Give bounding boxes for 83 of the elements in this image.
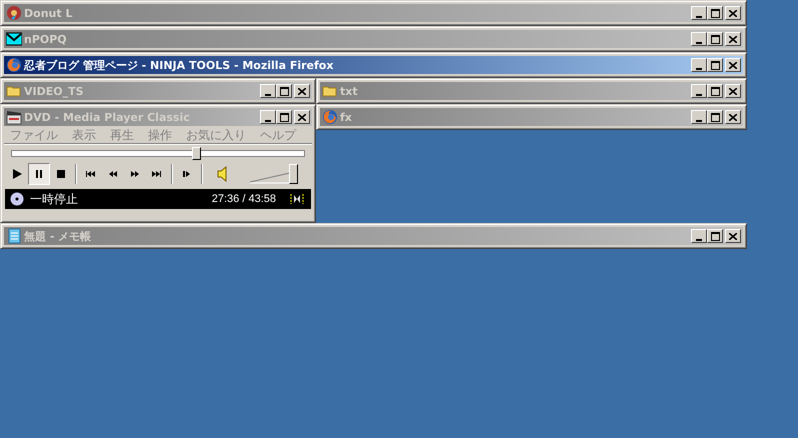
window-title: 無題 - メモ帳 bbox=[24, 230, 92, 242]
close-icon bbox=[298, 88, 306, 94]
window-title: Donut L bbox=[24, 8, 74, 18]
maximize-button[interactable] bbox=[707, 32, 723, 46]
close-icon bbox=[729, 88, 737, 94]
maximize-button[interactable] bbox=[707, 58, 723, 72]
close-icon bbox=[729, 62, 737, 68]
minimize-icon bbox=[696, 120, 702, 122]
seek-thumb[interactable] bbox=[192, 147, 201, 160]
maximize-icon bbox=[280, 112, 288, 122]
maximize-button[interactable] bbox=[276, 110, 292, 124]
globe-icon bbox=[322, 109, 338, 125]
maximize-icon bbox=[710, 34, 720, 44]
minimize-button[interactable] bbox=[691, 84, 707, 98]
menu-item[interactable]: ヘルプ bbox=[260, 126, 296, 144]
skip-back-icon bbox=[85, 169, 97, 179]
window-title: txt bbox=[340, 86, 359, 96]
minimize-button[interactable] bbox=[260, 110, 276, 124]
pause-icon bbox=[33, 169, 45, 179]
close-button[interactable] bbox=[725, 32, 741, 46]
close-icon bbox=[729, 36, 737, 42]
close-icon bbox=[729, 114, 737, 120]
close-button[interactable] bbox=[294, 110, 310, 124]
close-button[interactable] bbox=[725, 229, 741, 243]
close-button[interactable] bbox=[294, 84, 310, 98]
stop-icon bbox=[55, 169, 67, 179]
maximize-icon bbox=[280, 86, 288, 96]
minimize-icon bbox=[265, 120, 271, 122]
close-button[interactable] bbox=[725, 110, 741, 124]
minimize-button[interactable] bbox=[260, 84, 276, 98]
menu-item[interactable]: 操作 bbox=[148, 126, 172, 144]
close-button[interactable] bbox=[725, 6, 741, 20]
skip-forward-icon bbox=[151, 169, 163, 179]
maximize-button[interactable] bbox=[707, 110, 723, 124]
menu-item[interactable]: 表示 bbox=[72, 126, 96, 144]
menu-item[interactable]: ファイル bbox=[10, 126, 58, 144]
minimize-icon bbox=[696, 94, 702, 96]
clapperboard-icon bbox=[6, 109, 22, 125]
maximize-icon bbox=[710, 8, 720, 18]
volume-thumb[interactable] bbox=[289, 164, 298, 184]
envelope-icon bbox=[6, 31, 22, 47]
seek-bar[interactable] bbox=[11, 150, 305, 157]
pause-button[interactable] bbox=[28, 163, 50, 185]
close-icon bbox=[298, 114, 306, 120]
maximize-icon bbox=[710, 60, 720, 70]
close-icon bbox=[729, 232, 737, 240]
minimize-button[interactable] bbox=[691, 229, 707, 243]
maximize-icon bbox=[710, 232, 720, 240]
play-icon bbox=[11, 169, 23, 179]
menu-item[interactable]: 再生 bbox=[110, 126, 134, 144]
minimize-button[interactable] bbox=[691, 6, 707, 20]
globe-icon bbox=[6, 57, 22, 73]
window-title: VIDEO_TS bbox=[24, 86, 85, 96]
rewind-icon bbox=[107, 169, 119, 179]
minimize-icon bbox=[696, 238, 702, 240]
close-icon bbox=[729, 10, 737, 16]
maximize-button[interactable] bbox=[707, 229, 723, 243]
audio-channel-icon bbox=[288, 193, 306, 205]
minimize-icon bbox=[696, 42, 702, 44]
maximize-button[interactable] bbox=[707, 6, 723, 20]
donut-icon bbox=[6, 5, 22, 21]
minimize-button[interactable] bbox=[691, 32, 707, 46]
window-title: nPOPQ bbox=[24, 34, 68, 44]
window-title: fx bbox=[340, 112, 353, 122]
volume-slider[interactable] bbox=[250, 164, 298, 184]
close-button[interactable] bbox=[725, 84, 741, 98]
minimize-icon bbox=[265, 94, 271, 96]
maximize-icon bbox=[710, 86, 720, 96]
maximize-button[interactable] bbox=[707, 84, 723, 98]
disc-icon bbox=[10, 192, 24, 206]
minimize-button[interactable] bbox=[691, 58, 707, 72]
minimize-button[interactable] bbox=[691, 110, 707, 124]
notepad-icon bbox=[6, 228, 22, 244]
minimize-icon bbox=[696, 16, 702, 18]
maximize-icon bbox=[710, 112, 720, 122]
maximize-button[interactable] bbox=[276, 84, 292, 98]
playback-status: 一時停止 bbox=[30, 191, 79, 208]
time-display: 27:36 / 43:58 bbox=[212, 192, 276, 207]
minimize-icon bbox=[696, 68, 702, 70]
close-button[interactable] bbox=[725, 58, 741, 72]
menu-item[interactable]: お気に入り bbox=[186, 126, 246, 144]
window-title: 忍者ブログ 管理ページ - NINJA TOOLS - Mozilla Firefox bbox=[24, 60, 334, 70]
fast-forward-icon bbox=[129, 169, 141, 179]
